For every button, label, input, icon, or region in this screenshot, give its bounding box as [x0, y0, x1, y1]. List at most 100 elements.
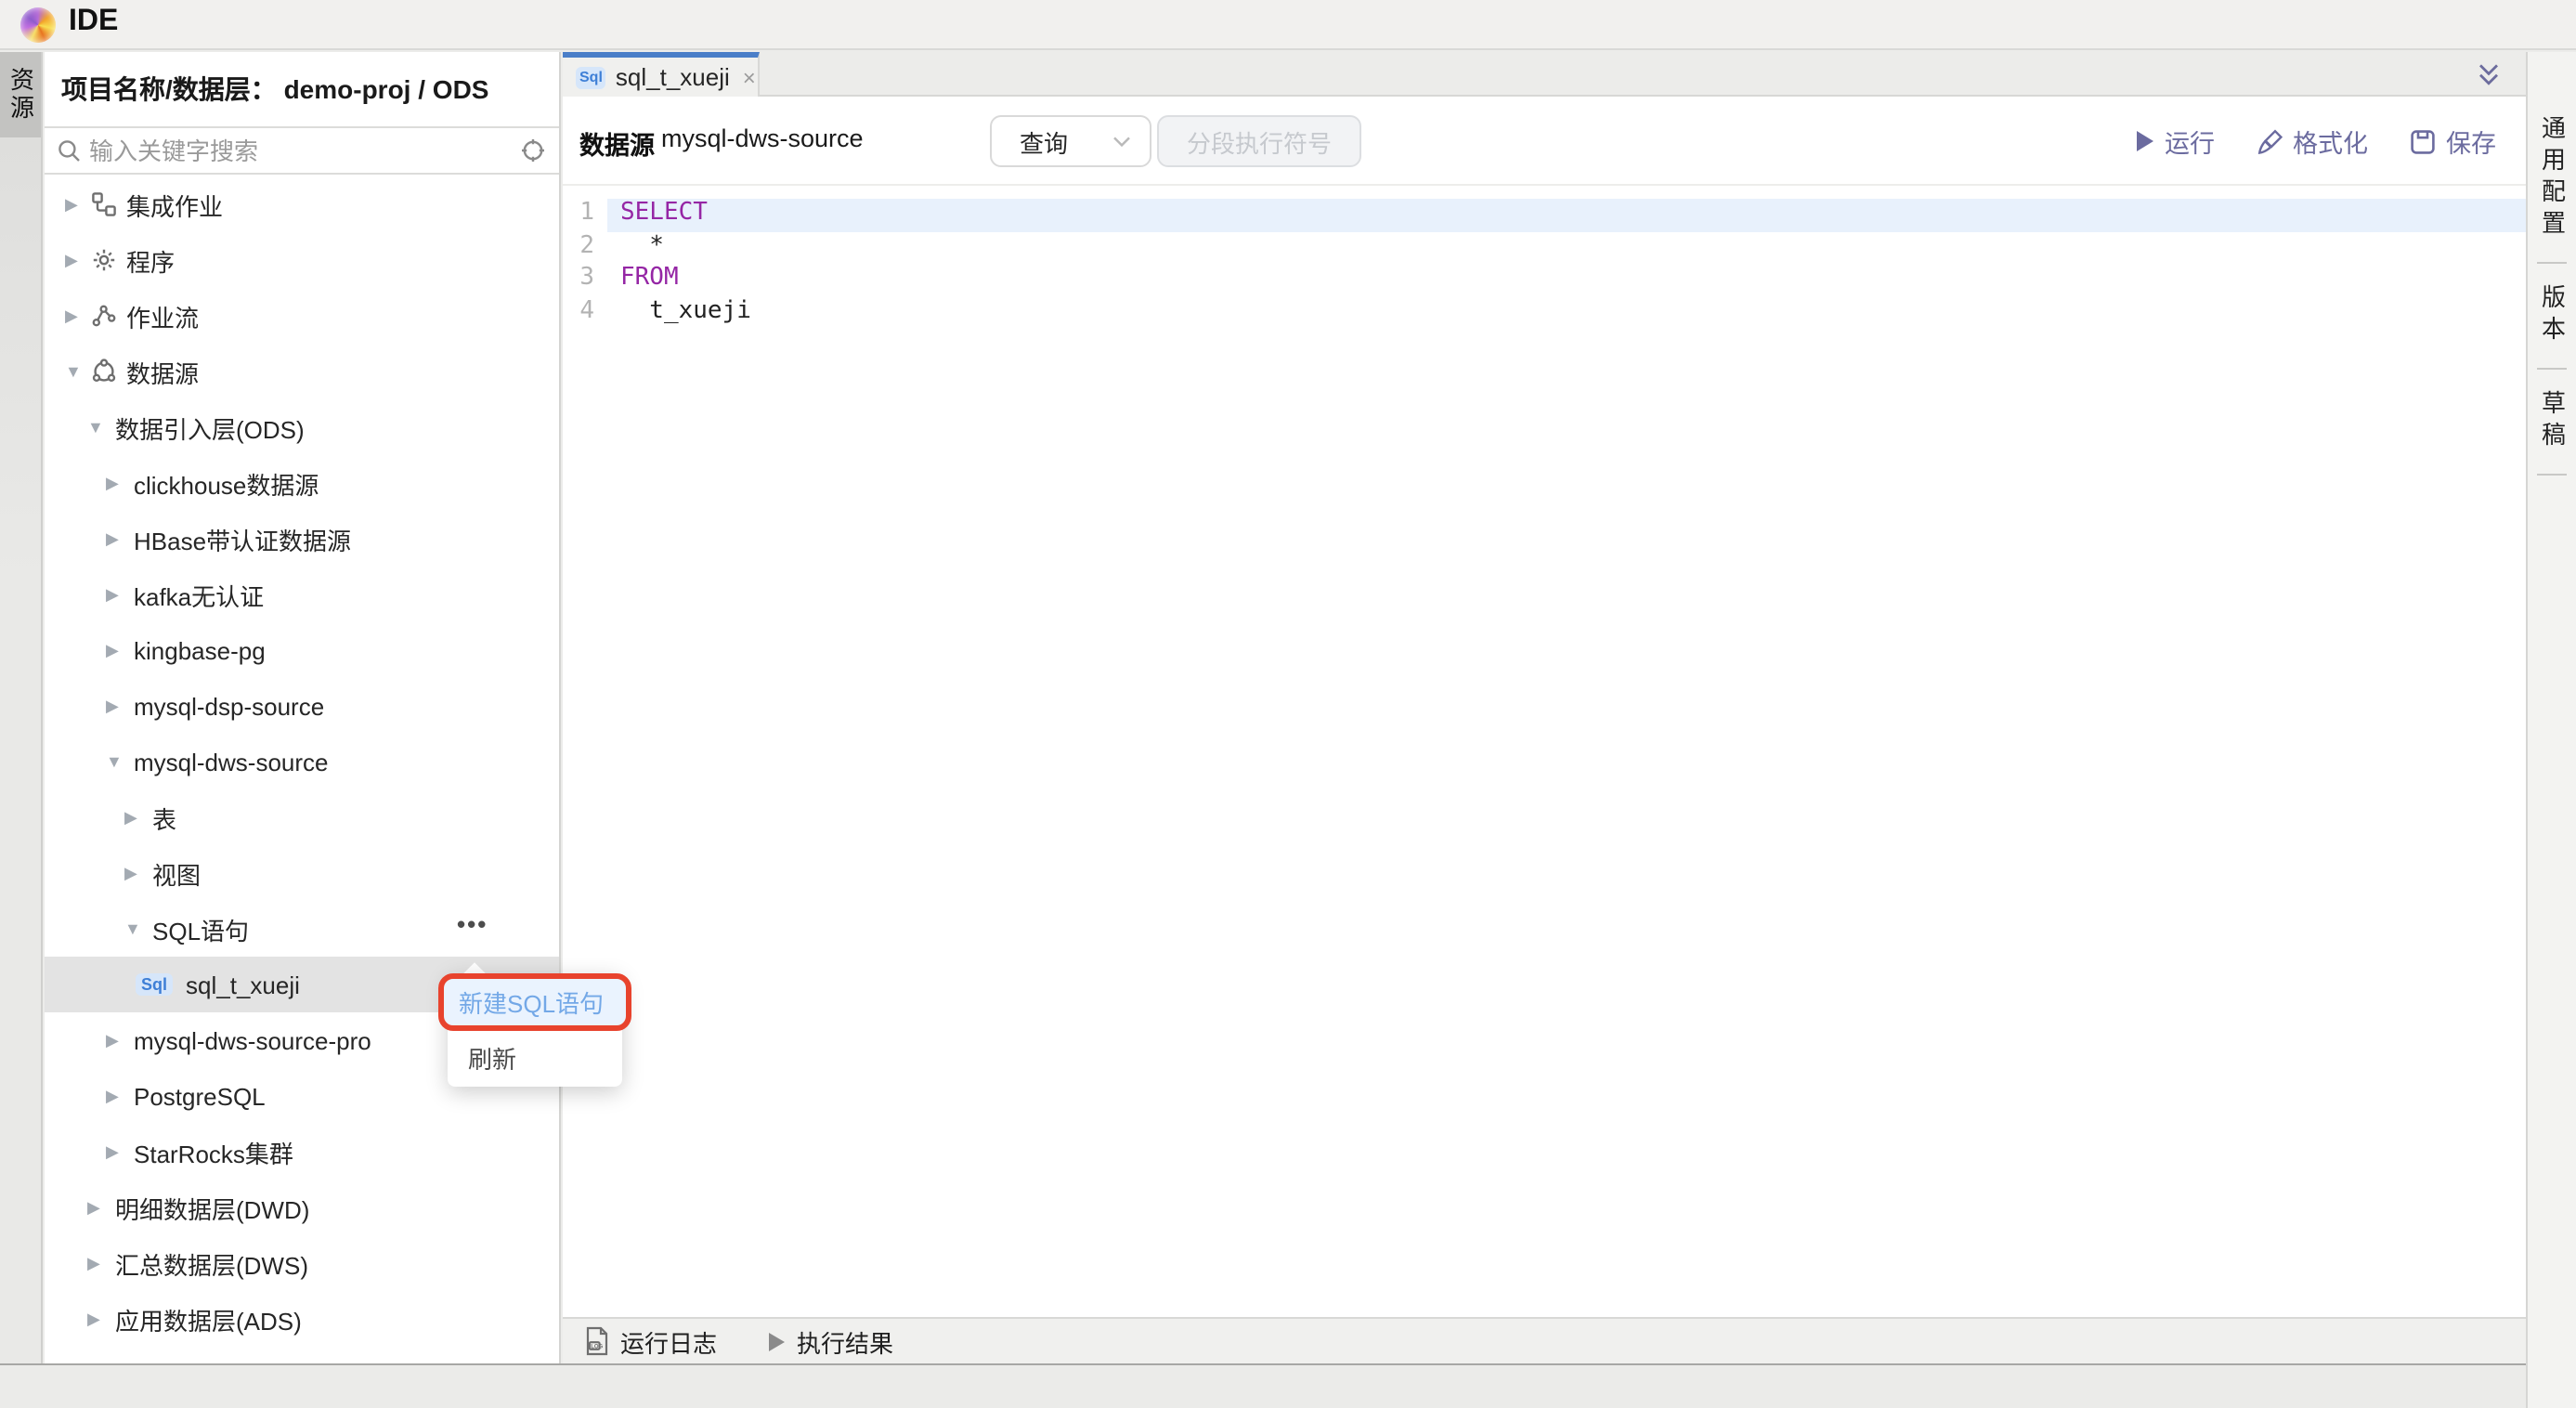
red-annotation-box: 新建SQL语句: [438, 973, 631, 1031]
tab-sql-t-xueji[interactable]: Sql sql_t_xueji ×: [563, 52, 760, 97]
double-chevron-down-icon[interactable]: [2474, 59, 2504, 89]
locate-icon[interactable]: [520, 137, 546, 163]
code-line-3[interactable]: FROM: [607, 264, 2526, 296]
query-mode-select[interactable]: 查询: [990, 115, 1151, 167]
expand-arrow-icon[interactable]: ▶: [106, 696, 132, 716]
expand-arrow-icon[interactable]: ▶: [106, 1030, 132, 1050]
tree-item-应用数据层(ADS)[interactable]: ▶应用数据层(ADS): [45, 1291, 559, 1347]
project-breadcrumb-label: 项目名称/数据层：: [61, 74, 277, 104]
tree-item-label: 视图: [150, 855, 201, 891]
editor-toolbar: 数据源 mysql-dws-source 查询 分段执行符号 运行: [563, 97, 2526, 186]
datasource-label: 数据源: [579, 124, 655, 162]
resource-tree: ▶ 集成作业 ▶程序▶作业流▼数据源▼数据引入层(ODS)▶clickhouse数据…: [45, 176, 559, 1363]
tree-item-label: SQL语句: [150, 911, 249, 946]
tree-item-mysql-dsp-source[interactable]: ▶mysql-dsp-source: [45, 678, 559, 734]
tree-item-作业流[interactable]: ▶作业流: [45, 288, 559, 344]
collapse-arrow-icon[interactable]: ▼: [106, 752, 132, 771]
exec-result-label: 执行结果: [797, 1323, 893, 1359]
close-icon[interactable]: ×: [743, 64, 756, 90]
expand-arrow-icon[interactable]: ▶: [124, 807, 150, 828]
tree-item-label: mysql-dsp-source: [132, 692, 324, 720]
expand-arrow-icon[interactable]: ▶: [106, 1086, 132, 1106]
more-actions-icon[interactable]: •••: [457, 901, 488, 957]
format-button[interactable]: 格式化: [2256, 123, 2368, 160]
datasource-icon: [91, 359, 124, 385]
right-rail-tab-草稿[interactable]: 草稿: [2534, 390, 2569, 453]
tree-item-汇总数据层(DWS)[interactable]: ▶汇总数据层(DWS): [45, 1235, 559, 1291]
tree-item-表[interactable]: ▶表: [45, 789, 559, 845]
search-row: [45, 126, 559, 175]
right-rail: 通用配置版本草稿: [2526, 52, 2576, 1408]
tree-item-label: 表: [150, 800, 176, 835]
context-menu: 新建SQL语句刷新: [448, 973, 622, 1087]
tree-item-数据源[interactable]: ▼数据源: [45, 344, 559, 399]
tree-item-label: 汇总数据层(DWS): [113, 1245, 308, 1281]
search-input[interactable]: [82, 137, 520, 164]
tree-item-SQL语句[interactable]: ▼SQL语句 •••: [45, 901, 559, 957]
expand-arrow-icon[interactable]: ▶: [65, 194, 91, 215]
expand-arrow-icon[interactable]: ▶: [106, 528, 132, 549]
left-rail: 资源: [0, 52, 43, 1363]
app-title: IDE: [69, 6, 118, 39]
sql-editor[interactable]: 1234 SELECT *FROM t_xueji: [563, 186, 2526, 1317]
toolbar-actions: 运行 格式化 保存: [2131, 123, 2496, 160]
tree-item-label: 应用数据层(ADS): [113, 1301, 302, 1336]
collapse-arrow-icon[interactable]: ▼: [87, 418, 113, 437]
line-number: 4: [563, 296, 607, 329]
expand-arrow-icon[interactable]: ▶: [87, 1253, 113, 1273]
expand-arrow-icon[interactable]: ▶: [106, 1141, 132, 1162]
expand-arrow-icon[interactable]: ▶: [65, 250, 91, 270]
tree-item-kafka无认证[interactable]: ▶kafka无认证: [45, 567, 559, 622]
floppy-icon: [2409, 127, 2437, 155]
tree-item-kingbase-pg[interactable]: ▶kingbase-pg: [45, 622, 559, 678]
log-file-icon: LOG: [583, 1326, 611, 1356]
expand-arrow-icon[interactable]: ▶: [87, 1309, 113, 1329]
run-button[interactable]: 运行: [2131, 123, 2215, 160]
rail-tab-resources[interactable]: 资源: [0, 52, 41, 137]
play-icon: [2131, 128, 2155, 154]
expand-arrow-icon[interactable]: ▶: [87, 1197, 113, 1218]
tree-item-明细数据层(DWD)[interactable]: ▶明细数据层(DWD): [45, 1180, 559, 1235]
sql-badge: Sql: [576, 66, 606, 88]
save-button[interactable]: 保存: [2409, 123, 2496, 160]
resource-panel: 项目名称/数据层： demo-proj / ODS ▶集成作业▶程序▶作业流▼数…: [45, 52, 561, 1363]
tab-label: sql_t_xueji: [616, 63, 730, 91]
exec-result-tab[interactable]: 执行结果: [765, 1323, 893, 1359]
tree-item-label: HBase带认证数据源: [132, 521, 351, 556]
collapse-arrow-icon[interactable]: ▼: [65, 362, 91, 381]
tree-item-集成作业[interactable]: ▶ 集成作业: [45, 176, 559, 232]
expand-arrow-icon[interactable]: ▶: [106, 640, 132, 660]
tree-item-label: 集成作业: [124, 187, 223, 222]
code-line-2[interactable]: *: [607, 231, 2526, 264]
expand-arrow-icon[interactable]: ▶: [106, 584, 132, 605]
tree-item-clickhouse数据源[interactable]: ▶clickhouse数据源: [45, 455, 559, 511]
line-number-gutter: 1234: [563, 199, 607, 329]
run-log-tab[interactable]: LOG 运行日志: [583, 1323, 717, 1359]
chevron-down-icon: [1112, 135, 1131, 148]
code-area[interactable]: SELECT *FROM t_xueji: [607, 199, 2526, 329]
tree-item-HBase带认证数据源[interactable]: ▶HBase带认证数据源: [45, 511, 559, 567]
tree-item-mysql-dws-source[interactable]: ▼mysql-dws-source: [45, 734, 559, 789]
menu-item-新建SQL语句[interactable]: 新建SQL语句: [444, 979, 626, 1025]
tree-item-StarRocks集群[interactable]: ▶StarRocks集群: [45, 1124, 559, 1180]
segment-exec-button[interactable]: 分段执行符号: [1157, 115, 1361, 167]
menu-item-刷新[interactable]: 刷新: [448, 1035, 622, 1087]
line-number: 3: [563, 264, 607, 296]
code-line-1[interactable]: SELECT: [607, 199, 2526, 231]
query-mode-value: 查询: [1020, 124, 1112, 159]
expand-arrow-icon[interactable]: ▶: [124, 863, 150, 883]
right-rail-tab-通用配置[interactable]: 通用配置: [2534, 115, 2569, 241]
svg-text:LOG: LOG: [591, 1344, 603, 1349]
expand-arrow-icon[interactable]: ▶: [65, 306, 91, 326]
collapse-arrow-icon[interactable]: ▼: [124, 919, 150, 938]
bottom-bar: LOG 运行日志 执行结果: [563, 1317, 2526, 1363]
tree-item-程序[interactable]: ▶程序: [45, 232, 559, 288]
tree-item-label: 明细数据层(DWD): [113, 1190, 309, 1225]
editor-tabstrip: Sql sql_t_xueji ×: [563, 52, 2526, 97]
right-rail-tab-版本[interactable]: 版本: [2534, 284, 2569, 347]
tree-item-label: mysql-dws-source-pro: [132, 1026, 371, 1054]
expand-arrow-icon[interactable]: ▶: [106, 473, 132, 493]
tree-item-数据引入层(ODS)[interactable]: ▼数据引入层(ODS): [45, 399, 559, 455]
code-line-4[interactable]: t_xueji: [607, 296, 2526, 329]
tree-item-视图[interactable]: ▶视图: [45, 845, 559, 901]
